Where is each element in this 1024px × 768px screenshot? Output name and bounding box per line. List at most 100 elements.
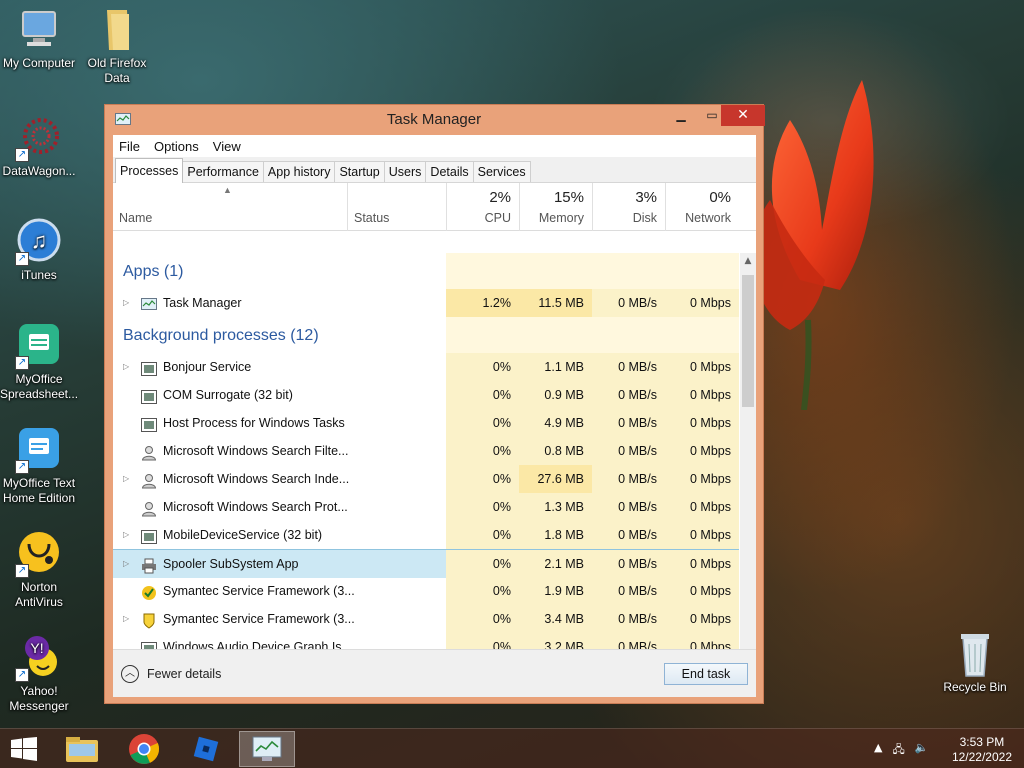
computer-icon	[15, 6, 63, 54]
volume-icon[interactable]: 🔈	[915, 741, 929, 760]
desktop-icon-label: Norton AntiVirus	[15, 580, 63, 609]
process-name-cell: ▷ MobileDeviceService (32 bit)	[113, 521, 446, 549]
heat-cell	[446, 317, 519, 353]
desktop-icon-datawagon[interactable]: ↗ DataWagon...	[0, 114, 80, 179]
process-name: Symantec Service Framework (3...	[163, 584, 355, 598]
desktop-icon-old-firefox-data[interactable]: Old Firefox Data	[76, 6, 158, 86]
menu-options[interactable]: Options	[154, 139, 199, 154]
scroll-up-icon[interactable]: ▲	[740, 253, 756, 269]
expand-arrow-icon[interactable]: ▷	[123, 521, 129, 549]
shortcut-arrow-icon: ↗	[15, 460, 29, 474]
cpu-cell: 0%	[446, 577, 519, 605]
fewer-details-label: Fewer details	[147, 667, 222, 681]
recycle-bin-icon	[951, 630, 999, 678]
memory-cell: 4.9 MB	[519, 409, 592, 437]
network-cell: 0 Mbps	[665, 521, 739, 549]
desktop-icon-recycle-bin[interactable]: Recycle Bin	[934, 630, 1016, 695]
menu-view[interactable]: View	[213, 139, 241, 154]
group-title: Background processes (12)	[123, 327, 319, 344]
cpu-cell: 0%	[446, 493, 519, 521]
title-bar[interactable]: Task Manager ▁ ▭ ✕	[105, 105, 765, 135]
expand-arrow-icon[interactable]: ▷	[123, 605, 129, 633]
column-network[interactable]: 0% Network	[665, 183, 739, 231]
tab-app-history[interactable]: App history	[262, 161, 336, 182]
scroll-thumb[interactable]	[742, 275, 754, 407]
cpu-cell: 0%	[446, 605, 519, 633]
process-row[interactable]: ▷ Spooler SubSystem App 0% 2.1 MB 0 MB/s 0 Mb…	[113, 549, 739, 578]
desktop-icon-norton[interactable]: ↗ Norton AntiVirus	[0, 530, 80, 610]
datawagon-icon: ↗	[15, 114, 63, 162]
process-row[interactable]: Microsoft Windows Search Filte... 0% 0.8 M…	[113, 437, 739, 465]
memory-cell: 1.9 MB	[519, 577, 592, 605]
clock[interactable]: 3:53 PM 12/22/2022	[952, 735, 1012, 765]
desktop-icon-yahoo-messenger[interactable]: Y! ↗ Yahoo! Messenger	[0, 634, 80, 714]
process-name-cell: Microsoft Windows Search Prot...	[113, 493, 446, 521]
desktop-icon-label: DataWagon...	[2, 164, 76, 178]
vertical-scrollbar[interactable]: ▲ ▼	[740, 253, 756, 663]
process-row[interactable]: Host Process for Windows Tasks 0% 4.9 MB 0 …	[113, 409, 739, 437]
cpu-cell: 1.2%	[446, 289, 519, 317]
desktop-icon-myoffice-text[interactable]: ↗ MyOffice Text Home Edition	[0, 426, 80, 506]
taskbar-roblox[interactable]	[178, 731, 234, 767]
norton-icon: ↗	[15, 530, 63, 578]
start-button[interactable]	[0, 731, 48, 767]
network-cell: 0 Mbps	[665, 437, 739, 465]
tab-performance[interactable]: Performance	[182, 161, 264, 182]
process-row[interactable]: Symantec Service Framework (3... 0% 1.9 MB…	[113, 577, 739, 605]
minimize-button[interactable]: ▁	[666, 105, 696, 126]
group-header: Apps (1)	[113, 253, 739, 289]
taskbar-task-manager[interactable]	[239, 731, 295, 767]
tab-users[interactable]: Users	[383, 161, 427, 182]
tab-startup[interactable]: Startup	[334, 161, 385, 182]
menu-bar: File Options View	[113, 135, 756, 157]
column-disk[interactable]: 3% Disk	[592, 183, 665, 231]
column-cpu[interactable]: 2% CPU	[446, 183, 519, 231]
expand-arrow-icon[interactable]: ▷	[123, 353, 129, 381]
column-status[interactable]: Status	[347, 183, 446, 231]
task-manager-window[interactable]: Task Manager ▁ ▭ ✕ File Options View Pro…	[104, 104, 765, 704]
tab-details[interactable]: Details	[425, 161, 474, 182]
process-row[interactable]: ▷ Microsoft Windows Search Inde... 0% 27.6 …	[113, 465, 739, 493]
shortcut-arrow-icon: ↗	[15, 252, 29, 266]
process-row[interactable]: ▷ MobileDeviceService (32 bit) 0% 1.8 MB 0 M…	[113, 521, 739, 549]
taskbar-chrome[interactable]	[116, 731, 172, 767]
process-row[interactable]: ▷ Bonjour Service 0% 1.1 MB 0 MB/s 0 Mbps	[113, 353, 739, 381]
disk-cell: 0 MB/s	[592, 381, 665, 409]
yahoo-messenger-icon: Y! ↗	[15, 634, 63, 682]
disk-cell: 0 MB/s	[592, 521, 665, 549]
desktop-icon-itunes[interactable]: ♫ ↗ iTunes	[0, 218, 80, 283]
desktop-icon-my-computer[interactable]: My Computer	[0, 6, 80, 71]
desktop-icon-myoffice-spreadsheet[interactable]: ↗ MyOffice Spreadsheet...	[0, 322, 80, 402]
fewer-details-button[interactable]: ︿ Fewer details	[121, 665, 221, 683]
process-row[interactable]: ▷ Task Manager 1.2% 11.5 MB 0 MB/s 0 Mbps	[113, 289, 739, 317]
show-hidden-icons-icon[interactable]: ▲	[874, 741, 882, 760]
service-icon	[141, 415, 157, 432]
taskbar-file-explorer[interactable]	[54, 731, 110, 767]
tab-services[interactable]: Services	[472, 161, 531, 182]
close-button[interactable]: ✕	[721, 105, 765, 126]
column-name[interactable]: ▲ Name	[113, 183, 347, 231]
svg-text:♫: ♫	[31, 228, 48, 253]
process-row[interactable]: Microsoft Windows Search Prot... 0% 1.3 MB…	[113, 493, 739, 521]
expand-arrow-icon[interactable]: ▷	[123, 289, 129, 317]
window-client: File Options View Processes Performance …	[113, 135, 756, 697]
process-row[interactable]: ▷ Symantec Service Framework (3... 0% 3.4 M…	[113, 605, 739, 633]
footer-bar: ︿ Fewer details End task	[113, 649, 756, 697]
network-cell: 0 Mbps	[665, 493, 739, 521]
process-name: Bonjour Service	[163, 360, 252, 374]
menu-file[interactable]: File	[119, 139, 140, 154]
process-name: Spooler SubSystem App	[163, 557, 299, 571]
column-memory[interactable]: 15% Memory	[519, 183, 592, 231]
network-cell: 0 Mbps	[665, 577, 739, 605]
desktop-icon-label: Old Firefox Data	[87, 56, 147, 85]
tab-processes[interactable]: Processes	[115, 158, 184, 183]
expand-arrow-icon[interactable]: ▷	[123, 465, 129, 493]
process-row[interactable]: COM Surrogate (32 bit) 0% 0.9 MB 0 MB/s 0 Mb…	[113, 381, 739, 409]
text-document-icon: ↗	[15, 426, 63, 474]
network-icon[interactable]: 🖧	[892, 741, 904, 760]
expand-arrow-icon[interactable]: ▷	[123, 550, 129, 578]
network-cell: 0 Mbps	[665, 409, 739, 437]
memory-cell: 1.8 MB	[519, 521, 592, 549]
process-name: MobileDeviceService (32 bit)	[163, 528, 323, 542]
end-task-button[interactable]: End task	[664, 663, 748, 685]
